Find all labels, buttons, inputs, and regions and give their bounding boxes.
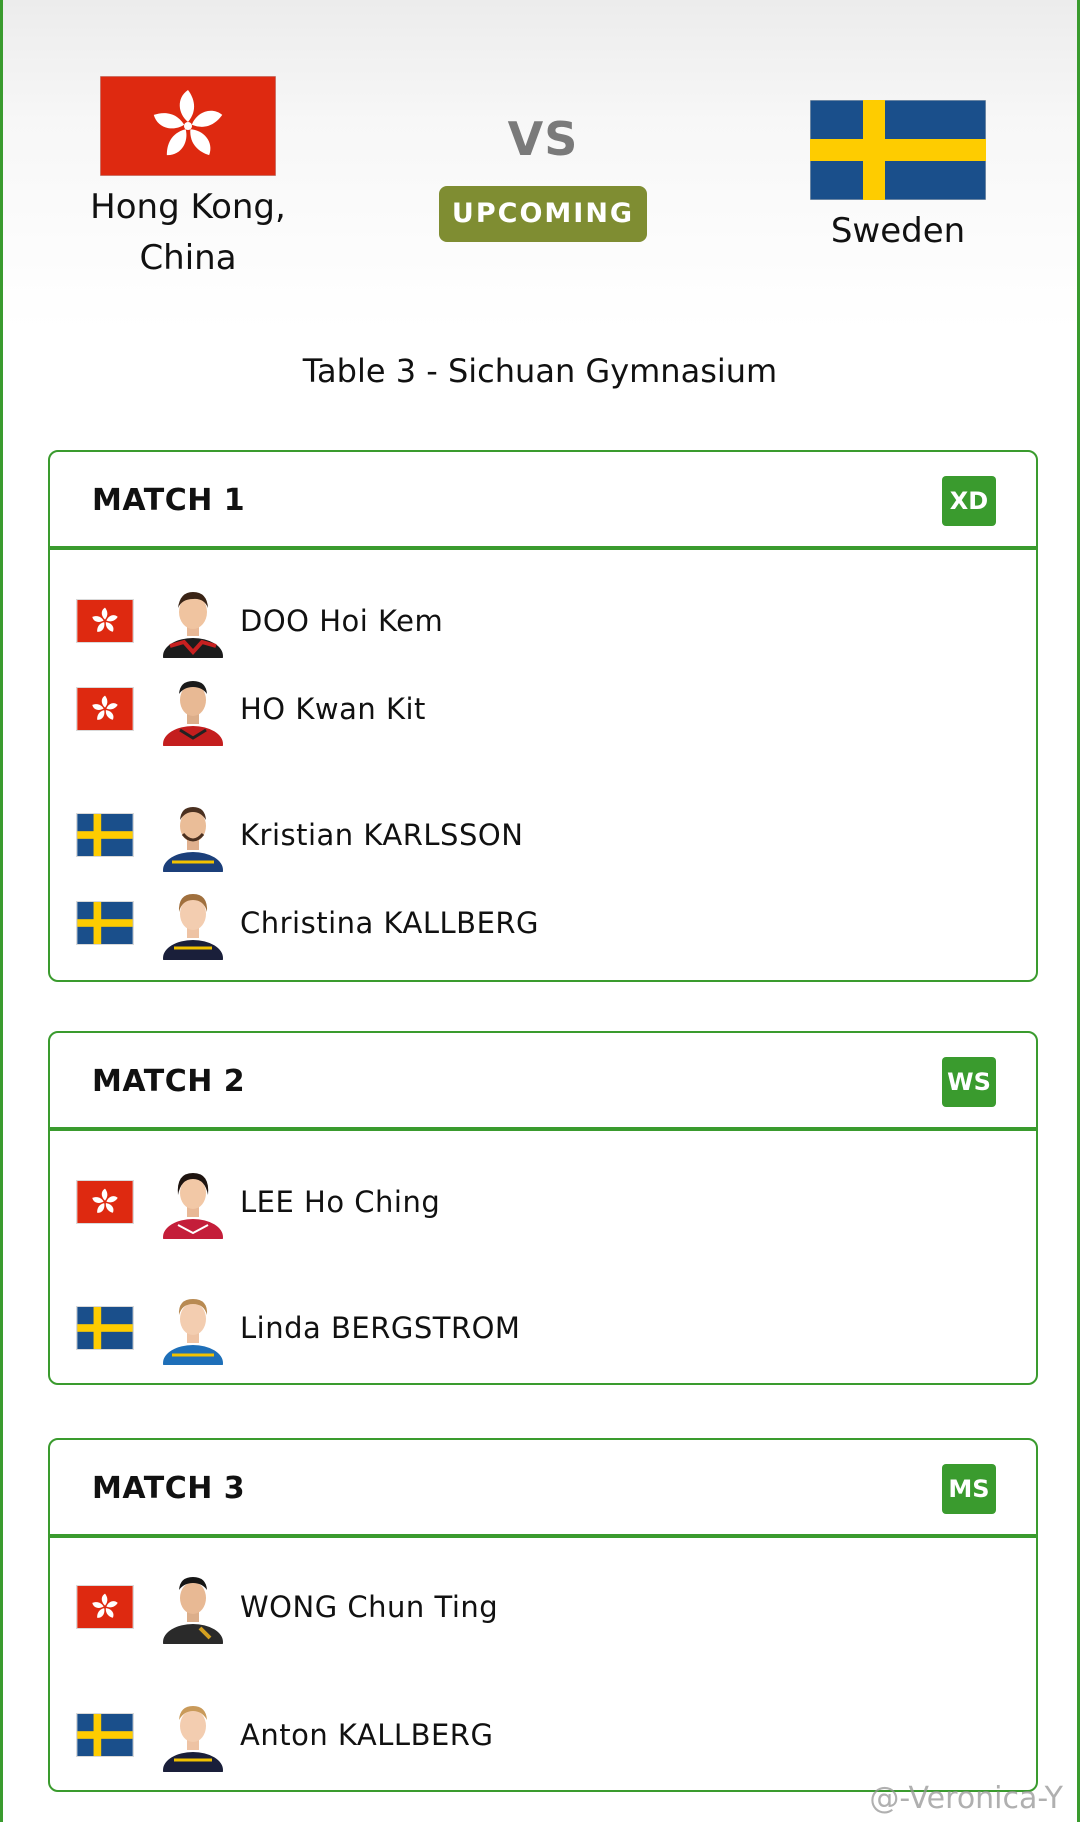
player-avatar bbox=[163, 1299, 223, 1365]
player-avatar bbox=[163, 894, 223, 960]
team-right-name: Sweden bbox=[830, 211, 966, 251]
hong-kong-flag-icon bbox=[100, 76, 276, 176]
watermark-text: @-Veronica-Y bbox=[869, 1781, 1063, 1816]
player-row[interactable]: Linda BERGSTROM bbox=[50, 1289, 1036, 1367]
match-card-3[interactable]: MATCH 3 MS WONG Chun Ting Anton KALLBERG bbox=[48, 1438, 1038, 1792]
venue-label: Table 3 - Sichuan Gymnasium bbox=[302, 352, 778, 390]
player-avatar bbox=[163, 592, 223, 658]
player-avatar bbox=[163, 807, 223, 872]
status-badge: UPCOMING bbox=[439, 186, 647, 242]
sweden-flag-icon bbox=[76, 901, 134, 945]
player-avatar bbox=[163, 1173, 223, 1239]
player-row[interactable]: LEE Ho Ching bbox=[50, 1163, 1036, 1241]
player-row[interactable]: Christina KALLBERG bbox=[50, 884, 1036, 962]
player-name: WONG Chun Ting bbox=[240, 1590, 499, 1624]
event-badge: MS bbox=[942, 1464, 996, 1514]
hong-kong-flag-icon bbox=[76, 1585, 134, 1629]
sweden-flag-icon bbox=[76, 1713, 134, 1757]
player-avatar bbox=[163, 1706, 223, 1772]
player-name: Christina KALLBERG bbox=[240, 906, 540, 940]
player-avatar bbox=[163, 681, 223, 746]
player-avatar bbox=[163, 1577, 223, 1644]
match-card-header: MATCH 3 MS bbox=[50, 1440, 1036, 1538]
player-name: Anton KALLBERG bbox=[240, 1718, 494, 1752]
match-detail-page: Hong Kong, China VS UPCOMING Sweden Tabl… bbox=[0, 0, 1080, 1822]
player-row[interactable]: DOO Hoi Kem bbox=[50, 582, 1036, 660]
match-card-1[interactable]: MATCH 1 XD DOO Hoi Kem HO Kwan Kit Krist… bbox=[48, 450, 1038, 982]
vs-label: VS bbox=[507, 112, 579, 166]
player-row[interactable]: HO Kwan Kit bbox=[50, 670, 1036, 748]
team-left-name-line1: Hong Kong, bbox=[90, 187, 286, 227]
player-row[interactable]: Anton KALLBERG bbox=[50, 1696, 1036, 1774]
player-name: LEE Ho Ching bbox=[240, 1185, 441, 1219]
player-name: Linda BERGSTROM bbox=[240, 1311, 521, 1345]
player-row[interactable]: WONG Chun Ting bbox=[50, 1568, 1036, 1646]
hong-kong-flag-icon bbox=[76, 687, 134, 731]
player-name: HO Kwan Kit bbox=[240, 692, 426, 726]
sweden-flag-icon bbox=[76, 1306, 134, 1350]
match-card-2[interactable]: MATCH 2 WS LEE Ho Ching Linda BERGSTROM bbox=[48, 1031, 1038, 1385]
hong-kong-flag-icon bbox=[76, 599, 134, 643]
sweden-flag-icon bbox=[76, 813, 134, 857]
player-name: Kristian KARLSSON bbox=[240, 818, 524, 852]
team-left-name-line2: China bbox=[139, 238, 237, 278]
match-title: MATCH 3 bbox=[92, 1471, 246, 1506]
match-card-header: MATCH 1 XD bbox=[50, 452, 1036, 550]
event-badge: WS bbox=[942, 1057, 996, 1107]
hong-kong-flag-icon bbox=[76, 1180, 134, 1224]
match-card-header: MATCH 2 WS bbox=[50, 1033, 1036, 1131]
sweden-flag-icon bbox=[810, 100, 986, 200]
team-left[interactable]: Hong Kong, China bbox=[63, 76, 313, 284]
event-badge: XD bbox=[942, 476, 996, 526]
match-title: MATCH 1 bbox=[92, 483, 246, 518]
team-right[interactable]: Sweden bbox=[778, 100, 1018, 257]
player-name: DOO Hoi Kem bbox=[240, 604, 444, 638]
match-title: MATCH 2 bbox=[92, 1064, 246, 1099]
player-row[interactable]: Kristian KARLSSON bbox=[50, 796, 1036, 874]
